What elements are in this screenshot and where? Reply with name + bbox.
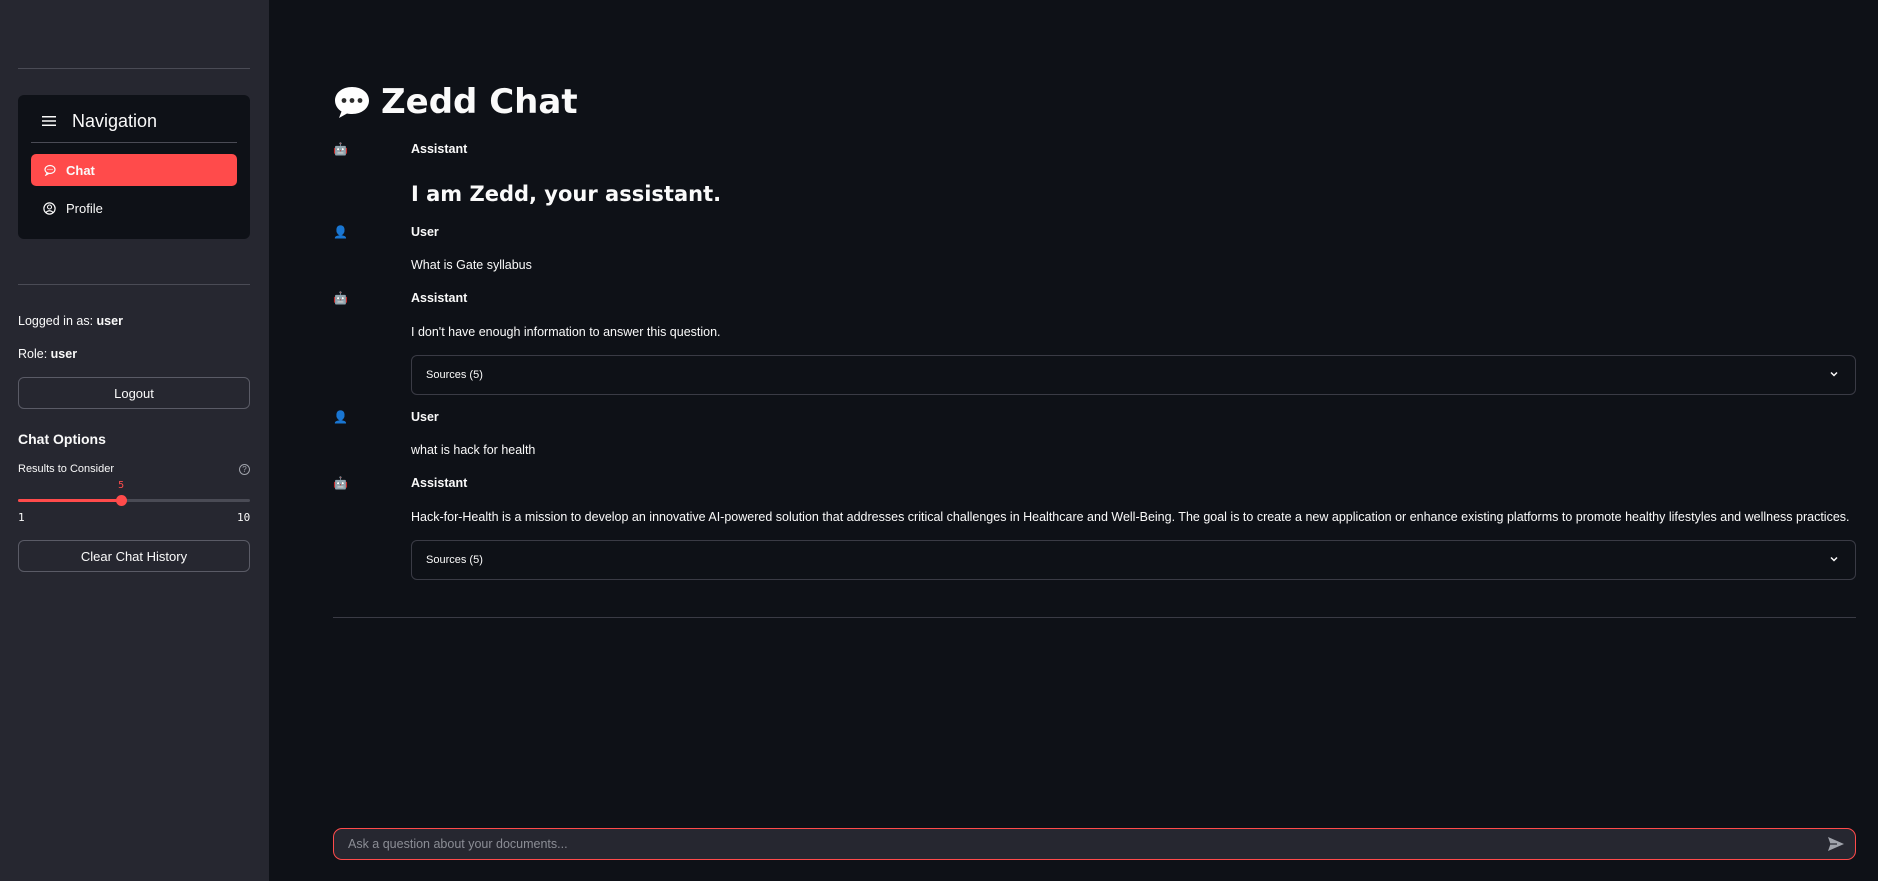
slider-max: 10	[237, 511, 251, 524]
message-role: Assistant	[411, 142, 468, 156]
robot-icon: 🤖	[333, 142, 348, 156]
chevron-down-icon	[1830, 371, 1838, 377]
sidebar-divider	[18, 68, 250, 69]
sidebar-divider	[18, 284, 250, 285]
speech-bubble-icon	[333, 84, 371, 120]
role-label: Role:	[18, 347, 51, 361]
logged-in-text: Logged in as: user	[18, 314, 123, 328]
sidebar: Navigation Chat Profile Logged in as: us…	[0, 0, 269, 881]
navigation-divider	[31, 142, 237, 143]
chevron-down-icon	[1830, 556, 1838, 562]
message-role: User	[411, 225, 439, 239]
message-text: Hack-for-Health is a mission to develop …	[411, 510, 1850, 524]
slider-handle[interactable]	[116, 495, 128, 506]
logged-in-user: user	[96, 314, 123, 328]
sidebar-item-label: Profile	[66, 200, 103, 216]
help-icon[interactable]: ?	[239, 464, 250, 475]
robot-icon: 🤖	[333, 476, 348, 490]
slider-min: 1	[18, 511, 25, 524]
slider-label: Results to Consider	[18, 463, 114, 475]
sources-label: Sources (5)	[426, 554, 483, 566]
chat-input-box	[333, 828, 1856, 860]
sidebar-item-profile[interactable]: Profile	[31, 192, 237, 224]
message-role: Assistant	[411, 291, 468, 305]
navigation-header: Navigation	[42, 111, 157, 132]
navigation-title: Navigation	[72, 111, 158, 131]
sources-label: Sources (5)	[426, 369, 483, 381]
page-title: Zedd Chat	[333, 82, 578, 122]
slider-value: 5	[118, 480, 125, 491]
sidebar-item-chat[interactable]: Chat	[31, 154, 237, 186]
chat-divider	[333, 617, 1856, 618]
clear-chat-history-button[interactable]: Clear Chat History	[18, 540, 250, 572]
user-circle-icon	[43, 201, 56, 215]
slider-fill	[18, 499, 122, 502]
hamburger-menu-icon	[42, 111, 58, 132]
role-value: user	[50, 347, 78, 361]
chat-bubble-icon	[43, 164, 56, 177]
message-text: what is hack for health	[411, 443, 536, 457]
message-role: Assistant	[411, 476, 468, 490]
chat-input[interactable]	[348, 829, 1808, 859]
message-text: I don't have enough information to answe…	[411, 325, 721, 339]
role-text: Role: user	[18, 347, 77, 361]
user-icon: 👤	[333, 225, 348, 239]
page-title-text: Zedd Chat	[381, 82, 578, 122]
sources-expander[interactable]: Sources (5)	[411, 540, 1856, 580]
robot-icon: 🤖	[333, 291, 348, 305]
send-icon[interactable]	[1827, 836, 1845, 852]
logout-button[interactable]: Logout	[18, 377, 250, 409]
message-heading: I am Zedd, your assistant.	[411, 182, 722, 206]
sidebar-item-label: Chat	[66, 162, 95, 178]
results-slider[interactable]	[18, 495, 250, 506]
user-icon: 👤	[333, 410, 348, 424]
chat-options-title: Chat Options	[18, 431, 106, 447]
sources-expander[interactable]: Sources (5)	[411, 355, 1856, 395]
navigation-menu: Navigation Chat Profile	[18, 95, 250, 239]
message-text: What is Gate syllabus	[411, 258, 532, 272]
message-role: User	[411, 410, 439, 424]
logged-in-label: Logged in as:	[18, 314, 97, 328]
